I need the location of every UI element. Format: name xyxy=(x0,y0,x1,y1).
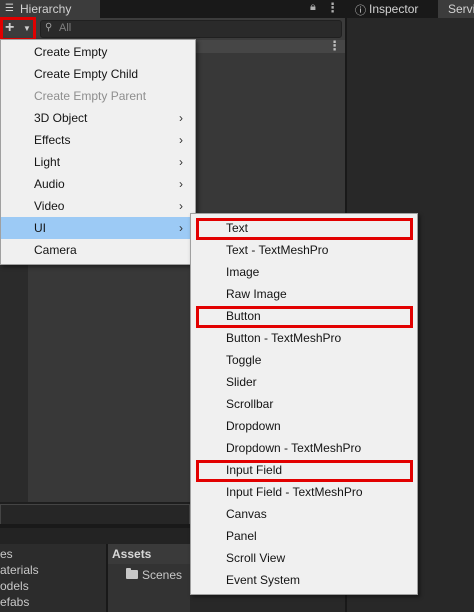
menu-item-video[interactable]: Video › xyxy=(1,195,195,217)
submenu-item-canvas[interactable]: Canvas xyxy=(191,503,417,525)
search-icon: ⚲ xyxy=(45,22,53,33)
assets-title: Assets xyxy=(112,547,152,561)
chevron-right-icon: › xyxy=(179,133,183,147)
menu-item-effects[interactable]: Effects › xyxy=(1,129,195,151)
submenu-item-slider[interactable]: Slider xyxy=(191,371,417,393)
create-context-menu: Create Empty Create Empty Child Create Emp… xyxy=(0,39,196,265)
menu-item-label: Light xyxy=(34,155,61,169)
submenu-item-label: Text xyxy=(226,221,249,235)
assets-header: Assets xyxy=(108,544,190,564)
tab-services-label: Servi xyxy=(448,2,474,16)
submenu-item-label: Panel xyxy=(226,529,257,543)
menu-item-label: Audio xyxy=(34,177,65,191)
submenu-item-panel[interactable]: Panel xyxy=(191,525,417,547)
menu-item-light[interactable]: Light › xyxy=(1,151,195,173)
menu-item-label: Create Empty Parent xyxy=(34,89,147,103)
submenu-item-label: Scroll View xyxy=(226,551,286,565)
search-placeholder: All xyxy=(59,22,72,34)
submenu-item-label: Raw Image xyxy=(226,287,287,301)
submenu-item-label: Dropdown - TextMeshPro xyxy=(226,441,362,455)
submenu-item-text-textmeshpro[interactable]: Text - TextMeshPro xyxy=(191,239,417,261)
chevron-right-icon: › xyxy=(179,221,183,235)
plus-icon: + xyxy=(5,19,15,36)
tree-item[interactable]: es xyxy=(0,547,13,561)
add-object-button[interactable]: + ▼ xyxy=(0,17,36,41)
submenu-item-label: Slider xyxy=(226,375,257,389)
submenu-item-input-field[interactable]: Input Field xyxy=(191,459,417,481)
submenu-item-text[interactable]: Text xyxy=(191,217,417,239)
menu-item-create-empty[interactable]: Create Empty xyxy=(1,41,195,63)
tab-inspector-label: Inspector xyxy=(369,2,419,16)
search-input[interactable]: ⚲ All xyxy=(40,20,342,38)
submenu-item-toggle[interactable]: Toggle xyxy=(191,349,417,371)
menu-item-label: Video xyxy=(34,199,65,213)
menu-item-label: Create Empty Child xyxy=(34,67,139,81)
menu-item-label: 3D Object xyxy=(34,111,88,125)
submenu-item-label: Button xyxy=(226,309,261,323)
tree-item[interactable]: efabs xyxy=(0,595,29,609)
menu-item-camera[interactable]: Camera xyxy=(1,239,195,261)
submenu-item-dropdown-textmeshpro[interactable]: Dropdown - TextMeshPro xyxy=(191,437,417,459)
tree-item[interactable]: odels xyxy=(0,579,29,593)
chevron-right-icon: › xyxy=(179,155,183,169)
submenu-item-label: Button - TextMeshPro xyxy=(226,331,342,345)
submenu-item-button[interactable]: Button xyxy=(191,305,417,327)
tab-services[interactable]: Servi xyxy=(437,0,474,18)
submenu-item-scrollbar[interactable]: Scrollbar xyxy=(191,393,417,415)
chevron-right-icon: › xyxy=(179,177,183,191)
caret-down-icon: ▼ xyxy=(23,24,31,33)
menu-item-3d-object[interactable]: 3D Object › xyxy=(1,107,195,129)
submenu-item-event-system[interactable]: Event System xyxy=(191,569,417,591)
submenu-item-label: Image xyxy=(226,265,260,279)
submenu-item-label: Event System xyxy=(226,573,301,587)
menu-item-label: Camera xyxy=(34,243,77,257)
tab-hierarchy[interactable]: ☰ Hierarchy xyxy=(0,0,100,18)
tab-hierarchy-label: Hierarchy xyxy=(20,2,72,16)
tab-inspector[interactable]: ⓘ Inspector xyxy=(347,0,437,18)
menu-item-create-empty-parent: Create Empty Parent xyxy=(1,85,195,107)
submenu-item-image[interactable]: Image xyxy=(191,261,417,283)
bottom-field[interactable] xyxy=(0,504,190,526)
submenu-item-label: Dropdown xyxy=(226,419,281,433)
info-icon: ⓘ xyxy=(355,5,366,17)
submenu-item-label: Toggle xyxy=(226,353,262,367)
submenu-item-label: Input Field - TextMeshPro xyxy=(226,485,363,499)
submenu-item-scroll-view[interactable]: Scroll View xyxy=(191,547,417,569)
submenu-item-input-field-textmeshpro[interactable]: Input Field - TextMeshPro xyxy=(191,481,417,503)
folder-icon xyxy=(126,568,138,579)
kebab-menu-icon[interactable]: ⋮ xyxy=(326,0,339,16)
submenu-item-label: Canvas xyxy=(226,507,267,521)
scene-kebab-icon[interactable]: ⋮ xyxy=(328,38,341,54)
submenu-item-label: Input Field xyxy=(226,463,283,477)
assets-item-scenes[interactable]: Scenes xyxy=(142,568,182,582)
menu-item-label: Effects xyxy=(34,133,71,147)
chevron-right-icon: › xyxy=(179,199,183,213)
submenu-item-raw-image[interactable]: Raw Image xyxy=(191,283,417,305)
menu-item-audio[interactable]: Audio › xyxy=(1,173,195,195)
menu-item-label: UI xyxy=(34,221,46,235)
submenu-item-label: Text - TextMeshPro xyxy=(226,243,329,257)
menu-item-label: Create Empty xyxy=(34,45,108,59)
tree-item[interactable]: aterials xyxy=(0,563,39,577)
project-folder-tree: es aterials odels efabs xyxy=(0,544,106,612)
submenu-item-button-textmeshpro[interactable]: Button - TextMeshPro xyxy=(191,327,417,349)
ui-submenu: Text Text - TextMeshPro Image Raw Image Butt… xyxy=(190,213,418,595)
submenu-item-label: Scrollbar xyxy=(226,397,274,411)
list-icon: ☰ xyxy=(5,3,14,14)
chevron-right-icon: › xyxy=(179,111,183,125)
menu-item-create-empty-child[interactable]: Create Empty Child xyxy=(1,63,195,85)
lock-icon[interactable]: 🔒︎ xyxy=(310,1,316,14)
menu-item-ui[interactable]: UI › xyxy=(1,217,195,239)
submenu-item-dropdown[interactable]: Dropdown xyxy=(191,415,417,437)
scene-header-row[interactable] xyxy=(196,40,345,53)
